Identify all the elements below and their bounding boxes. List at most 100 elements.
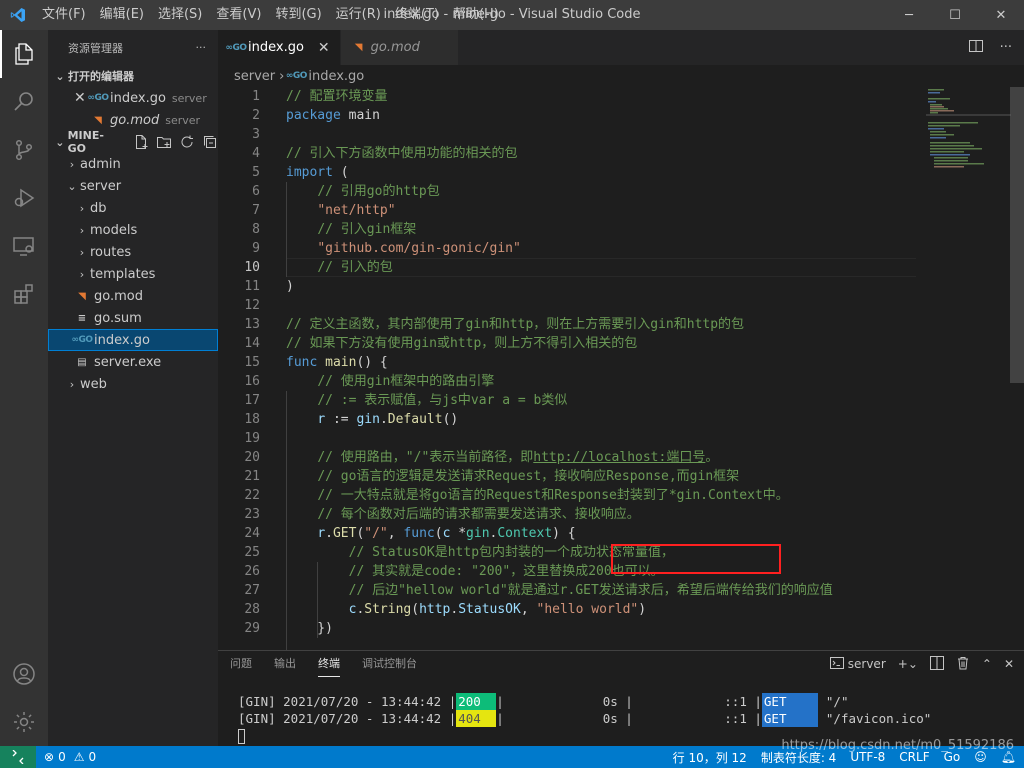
terminal-icon [829, 656, 844, 673]
menu-item[interactable]: 终端(T) [388, 0, 446, 30]
breadcrumb-folder[interactable]: server [234, 69, 275, 84]
code-text: }) [260, 619, 333, 638]
code-text: r.GET("/", func(c *gin.Context) { [260, 524, 575, 543]
tree-item[interactable]: ∞GO index.go [48, 329, 218, 351]
maximize-panel-icon[interactable]: ⌃ [982, 657, 992, 671]
code-line: 3 [218, 125, 918, 144]
maximize-button[interactable]: ☐ [932, 0, 978, 30]
tab-debug-console[interactable]: 调试控制台 [362, 651, 417, 677]
project-label: MINE-GO [67, 129, 104, 155]
tree-item[interactable]: ⌄ server [48, 175, 218, 197]
explorer-icon[interactable] [0, 30, 48, 78]
editor-scrollbar[interactable] [1010, 87, 1024, 650]
code-token: // 引入下方函数中使用功能的相关的包 [286, 146, 518, 161]
more-actions-icon[interactable]: ··· [196, 41, 207, 54]
close-icon[interactable]: ✕ [318, 40, 330, 56]
line-number: 10 [244, 260, 260, 275]
split-terminal-icon[interactable] [929, 655, 944, 673]
tab-terminal[interactable]: 终端 [318, 651, 340, 677]
accounts-icon[interactable] [0, 650, 48, 698]
tree-item[interactable]: ▤ server.exe [48, 351, 218, 373]
menu-item[interactable]: 查看(V) [209, 0, 268, 30]
tree-item[interactable]: › models [48, 219, 218, 241]
terminal-output[interactable]: [GIN] 2021/07/20 - 13:44:42 | 200 | 0s |::1… [238, 693, 931, 744]
collapse-all-icon[interactable] [202, 134, 218, 150]
more-actions-icon[interactable]: ··· [1000, 40, 1012, 55]
new-folder-icon[interactable] [156, 134, 172, 150]
tree-item[interactable]: › routes [48, 241, 218, 263]
code-token: "github.com/gin-gonic/gin" [317, 241, 521, 256]
terminal-name: server [847, 657, 886, 671]
run-debug-icon[interactable] [0, 174, 48, 222]
tree-item[interactable]: › db [48, 197, 218, 219]
warning-count: 0 [88, 750, 97, 764]
code-text: package main [260, 106, 380, 125]
separator: | [746, 694, 762, 709]
menu-item[interactable]: 文件(F) [35, 0, 93, 30]
tree-item[interactable]: ◥ go.mod [48, 285, 218, 307]
settings-gear-icon[interactable] [0, 698, 48, 746]
menu-item[interactable]: 编辑(E) [93, 0, 151, 30]
code-text: // 每个函数对后端的请求都需要发送请求、接收响应。 [260, 505, 639, 524]
minimap[interactable] [926, 87, 1011, 650]
code-line: 18 r := gin.Default() [218, 410, 918, 429]
code-token: GET [332, 526, 357, 541]
menu-item[interactable]: 帮助(H) [446, 0, 506, 30]
line-number: 6 [252, 184, 260, 199]
open-editors-section[interactable]: ⌄ 打开的编辑器 [48, 65, 218, 87]
menu-item[interactable]: 转到(G) [268, 0, 328, 30]
tab-go-mod[interactable]: ◥ go.mod [340, 30, 459, 65]
code-token: "hello world" [536, 602, 639, 617]
extensions-icon[interactable] [0, 270, 48, 318]
code-token: Context [497, 526, 553, 541]
tab-index-go[interactable]: ∞GO index.go ✕ [218, 30, 341, 65]
close-panel-icon[interactable]: ✕ [1004, 657, 1014, 671]
line-number: 18 [244, 412, 260, 427]
tree-item[interactable]: › web [48, 373, 218, 395]
scrollbar-thumb[interactable] [1010, 87, 1024, 383]
code-line: 9 "github.com/gin-gonic/gin" [218, 239, 918, 258]
open-editor-item[interactable]: ✕ ∞GO index.go server [48, 87, 218, 109]
minimize-button[interactable]: ─ [886, 0, 932, 30]
tab-output[interactable]: 输出 [274, 651, 296, 677]
terminal-select[interactable]: server [829, 656, 886, 673]
breadcrumb-file[interactable]: index.go [308, 69, 364, 84]
code-token: 。 [705, 450, 719, 465]
source-control-icon[interactable] [0, 126, 48, 174]
new-terminal-icon[interactable]: +⌄ [898, 657, 918, 671]
request-path: "/" [825, 694, 849, 709]
tree-item-label: go.mod [94, 288, 143, 304]
tree-item[interactable]: › templates [48, 263, 218, 285]
close-window-button[interactable]: ✕ [978, 0, 1024, 30]
cursor-position[interactable]: 行 10，列 12 [673, 749, 747, 766]
tree-item-label: routes [90, 244, 132, 260]
line-number: 5 [252, 165, 260, 180]
refresh-icon[interactable] [179, 134, 195, 150]
trash-icon[interactable] [956, 656, 970, 673]
split-editor-icon[interactable] [968, 38, 984, 58]
remote-indicator-icon[interactable] [0, 746, 36, 768]
new-file-icon[interactable] [133, 134, 149, 150]
code-line: 25 // StatusOK是http包内封装的一个成功状态常量值， [218, 543, 918, 562]
problems-indicator[interactable]: ⊗ 0 ⚠ 0 [36, 750, 96, 764]
project-section[interactable]: ⌄ MINE-GO [48, 129, 218, 155]
line-number: 2 [252, 108, 260, 123]
tree-item[interactable]: › admin [48, 153, 218, 175]
line-number: 25 [244, 545, 260, 560]
go-mod-icon: ◥ [78, 290, 86, 302]
code-text: ) [260, 277, 294, 296]
remote-explorer-icon[interactable] [0, 222, 48, 270]
open-editor-item[interactable]: ◥ go.mod server [48, 109, 218, 131]
search-icon[interactable] [0, 78, 48, 126]
code-editor[interactable]: 1// 配置环境变量 2 package main 3 4// 引入下方函数中使用功能的… [218, 87, 918, 650]
tab-problems[interactable]: 问题 [230, 651, 252, 677]
menu-item[interactable]: 运行(R) [329, 0, 388, 30]
highlight-annotation-box [611, 544, 781, 574]
menu-item[interactable]: 选择(S) [151, 0, 209, 30]
tab-label: go.mod [370, 40, 420, 55]
tree-item[interactable]: ≡ go.sum [48, 307, 218, 329]
